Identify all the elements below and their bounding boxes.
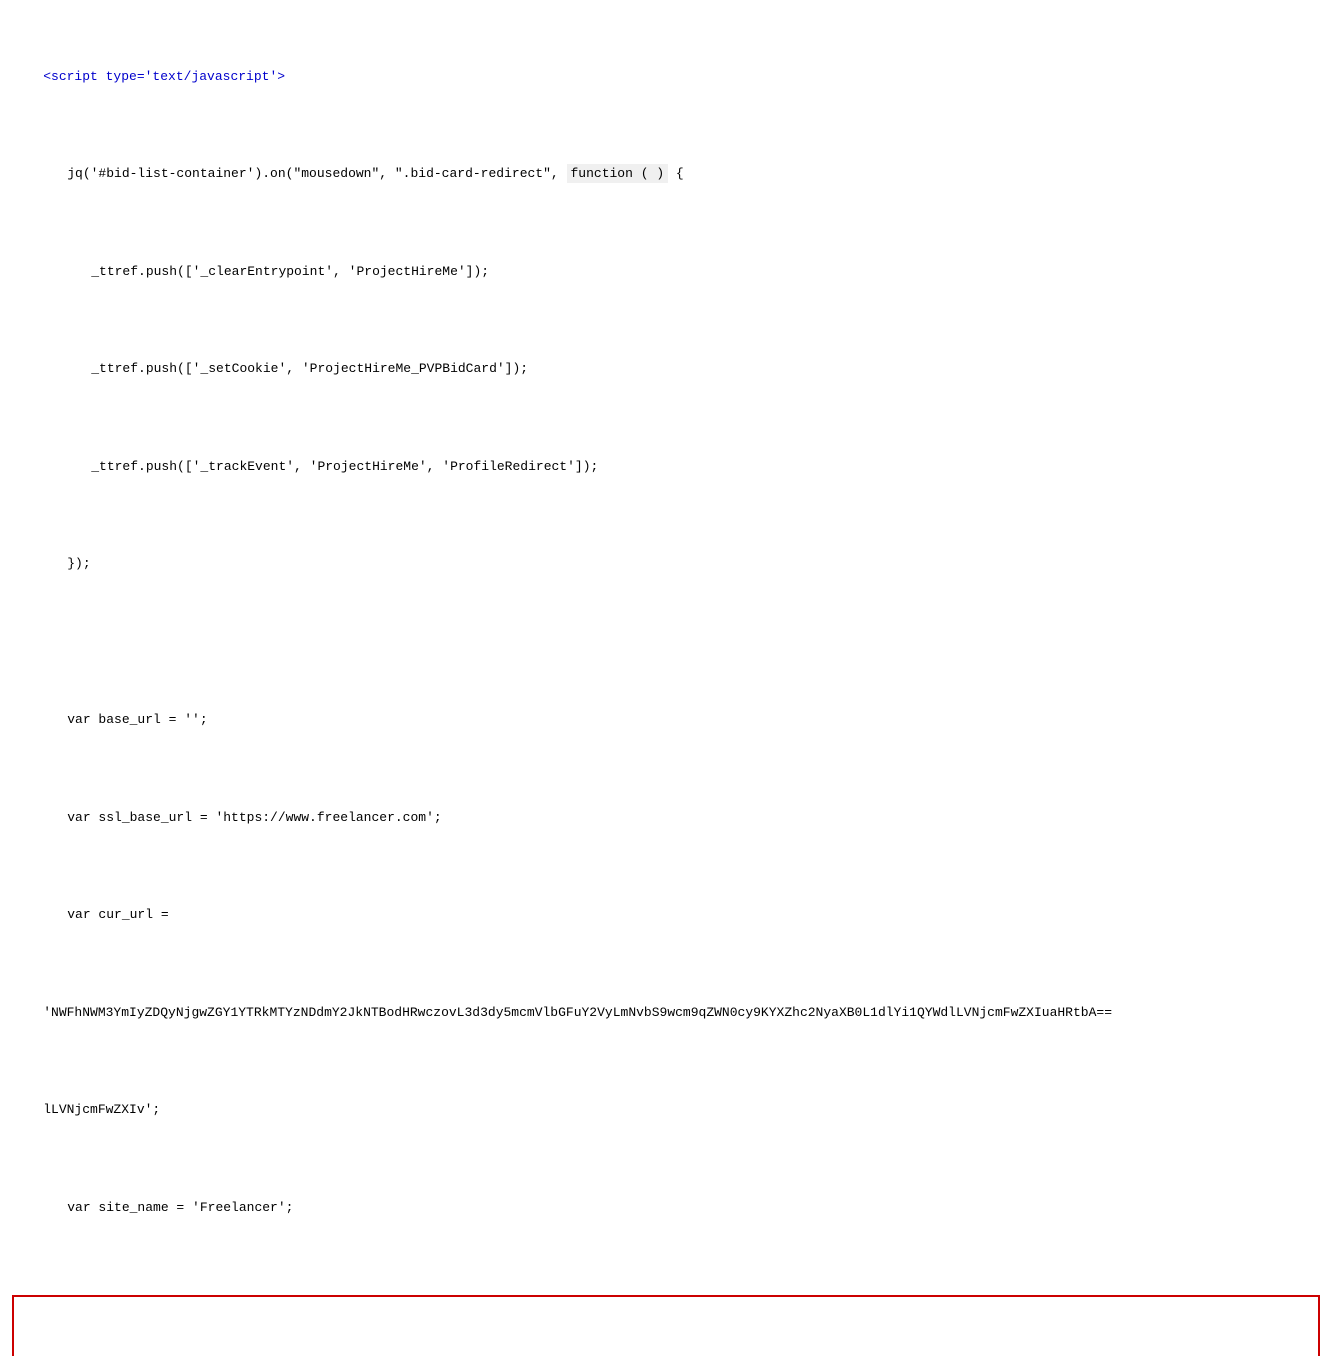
line-ttref-2: _ttref.push(['_setCookie', 'ProjectHireM… [12, 340, 1320, 399]
script-tag: <script type='text/javascript'> [43, 69, 285, 84]
line-close-jq: }); [12, 535, 1320, 594]
line-base-url: var base_url = ''; [12, 691, 1320, 750]
line-blank [12, 632, 1320, 652]
highlighted-json-block: var project = {"id":9844976,"name":"Web … [12, 1295, 1320, 1356]
code-viewer: <script type='text/javascript'> jq('#bid… [0, 0, 1332, 1356]
line-cur-url-decl: var cur_url = [12, 886, 1320, 945]
line-cur-url-val1: 'NWFhNWM3YmIyZDQyNjgwZGY1YTRkMTYzNDdmY2J… [12, 983, 1320, 1042]
line-ssl-base-url: var ssl_base_url = 'https://www.freelanc… [12, 788, 1320, 847]
line-site-name: var site_name = 'Freelancer'; [12, 1178, 1320, 1237]
line-cur-url-val2: lLVNjcmFwZXIv'; [12, 1081, 1320, 1140]
line-script-open: <script type='text/javascript'> [12, 47, 1320, 106]
line-ttref-1: _ttref.push(['_clearEntrypoint', 'Projec… [12, 242, 1320, 301]
line-jq: jq('#bid-list-container').on("mousedown"… [12, 145, 1320, 204]
line-ttref-3: _ttref.push(['_trackEvent', 'ProjectHire… [12, 437, 1320, 496]
function-label: function ( ) [567, 164, 669, 183]
line-project-1: var project = {"id":9844976,"name":"Web … [14, 1338, 1318, 1356]
